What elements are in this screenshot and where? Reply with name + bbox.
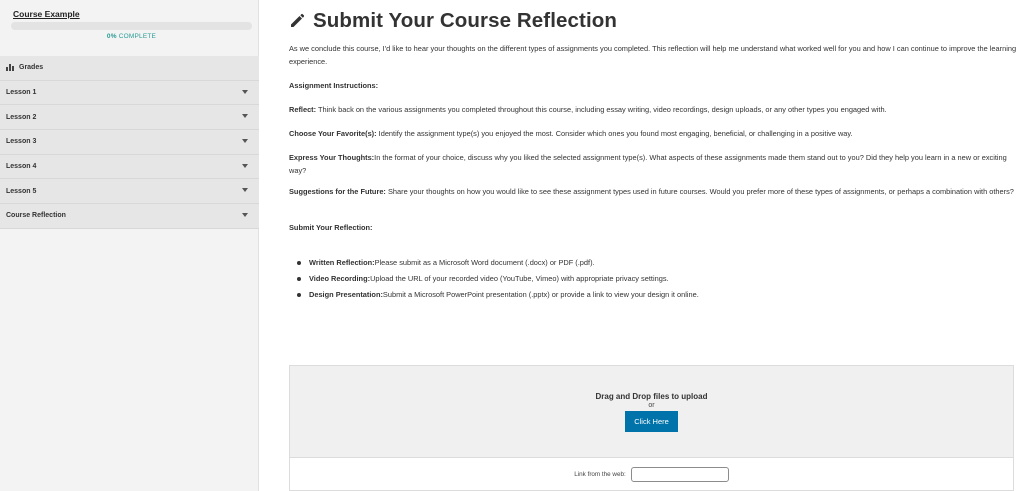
drop-zone-or: or: [648, 402, 655, 409]
bullet-icon: [297, 261, 301, 265]
progress-value: 0%: [106, 33, 117, 40]
sidebar-item-lesson-1[interactable]: Lesson 1: [0, 80, 259, 106]
bullet-text: Submit a Microsoft PowerPoint presentati…: [382, 290, 699, 299]
sidebar-item-label: Lesson 2: [6, 113, 37, 121]
pencil-icon: [291, 13, 305, 27]
suggestions-label: Suggestions for the Future:: [289, 187, 386, 196]
file-upload-panel: Drag and Drop files to upload or Click H…: [289, 365, 1014, 491]
favorite-paragraph: Choose Your Favorite(s): Identify the as…: [289, 128, 1019, 141]
favorite-text: Identify the assignment type(s) you enjo…: [376, 129, 853, 138]
click-here-button[interactable]: Click Here: [625, 411, 678, 432]
sidebar-item-label: Grades: [19, 64, 44, 72]
sidebar-item-lesson-4[interactable]: Lesson 4: [0, 154, 259, 180]
suggestions-text: Share your thoughts on how you would lik…: [385, 187, 1014, 196]
drop-zone[interactable]: Drag and Drop files to upload or Click H…: [290, 366, 1013, 458]
sidebar-item-grades[interactable]: Grades: [0, 56, 259, 81]
course-sidebar: Course Example 0% COMPLETE Grades Lesson…: [0, 0, 259, 491]
bullet-text: Upload the URL of your recorded video (Y…: [370, 274, 669, 283]
reflect-label: Reflect:: [289, 105, 317, 114]
link-from-web-row: Link from the web:: [290, 458, 1013, 490]
submission-options-list: Written Reflection: Please submit as a M…: [297, 255, 699, 303]
progress-text: 0% COMPLETE: [11, 33, 252, 40]
bar-chart-icon: [6, 64, 14, 72]
course-progress-bar: [11, 22, 252, 30]
list-item: Written Reflection: Please submit as a M…: [297, 255, 699, 271]
favorite-label: Choose Your Favorite(s):: [289, 129, 377, 138]
link-from-web-input[interactable]: [630, 466, 729, 482]
suggestions-paragraph: Suggestions for the Future: Share your t…: [289, 186, 1019, 199]
course-title-link[interactable]: Course Example: [13, 9, 80, 19]
express-paragraph: Express Your Thoughts:In the format of y…: [289, 152, 1019, 177]
sidebar-item-label: Lesson 1: [6, 89, 37, 97]
bullet-icon: [297, 277, 301, 281]
bullet-text: Please submit as a Microsoft Word docume…: [374, 258, 595, 267]
caret-down-icon: [242, 114, 248, 119]
caret-down-icon: [242, 188, 248, 193]
progress-label: COMPLETE: [118, 33, 157, 40]
sidebar-item-label: Lesson 3: [6, 138, 37, 146]
sidebar-item-course-reflection[interactable]: Course Reflection: [0, 204, 259, 229]
intro-text: As we conclude this course, I'd like to …: [289, 44, 1017, 66]
bullet-icon: [297, 293, 301, 297]
sidebar-item-lesson-2[interactable]: Lesson 2: [0, 105, 259, 131]
sidebar-item-label: Course Reflection: [6, 212, 66, 220]
drop-zone-title: Drag and Drop files to upload: [595, 392, 708, 401]
bullet-label: Video Recording:: [309, 274, 371, 283]
express-label: Express Your Thoughts:: [289, 153, 375, 162]
sidebar-item-lesson-3[interactable]: Lesson 3: [0, 130, 259, 155]
submit-heading-text: Submit Your Reflection:: [289, 223, 373, 232]
caret-down-icon: [242, 139, 248, 144]
bullet-label: Written Reflection:: [309, 258, 375, 267]
caret-down-icon: [242, 213, 248, 218]
express-text: In the format of your choice, discuss wh…: [289, 153, 1007, 175]
instructions-heading: Assignment Instructions:: [289, 80, 1019, 93]
reflect-text: Think back on the various assignments yo…: [316, 105, 887, 114]
bullet-label: Design Presentation:: [309, 290, 383, 299]
submit-heading: Submit Your Reflection:: [289, 222, 1019, 235]
sidebar-item-label: Lesson 5: [6, 187, 37, 195]
page-heading: Submit Your Course Reflection: [313, 9, 617, 32]
page-title: Submit Your Course Reflection: [289, 9, 617, 33]
list-item: Video Recording: Upload the URL of your …: [297, 271, 699, 287]
sidebar-item-lesson-5[interactable]: Lesson 5: [0, 179, 259, 205]
list-item: Design Presentation: Submit a Microsoft …: [297, 287, 699, 303]
reflect-paragraph: Reflect: Think back on the various assig…: [289, 104, 1019, 117]
course-nav: Grades Lesson 1 Lesson 2 Lesson 3 Lesson…: [0, 56, 259, 229]
instructions-heading-text: Assignment Instructions:: [289, 81, 379, 90]
sidebar-item-label: Lesson 4: [6, 163, 37, 171]
link-from-web-label: Link from the web:: [574, 470, 626, 478]
caret-down-icon: [242, 163, 248, 168]
caret-down-icon: [242, 89, 248, 94]
